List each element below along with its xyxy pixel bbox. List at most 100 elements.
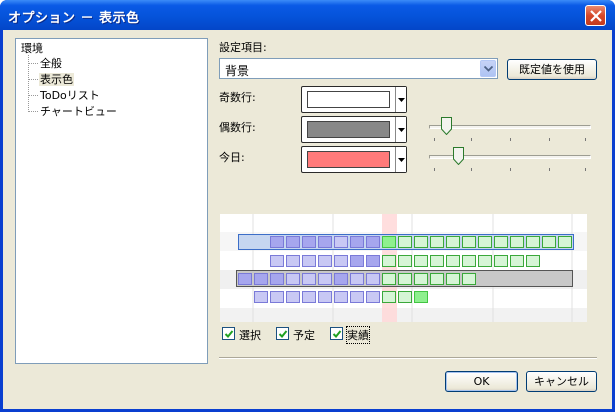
today-color-dropdown[interactable]: [395, 147, 406, 172]
preview-cell: [334, 273, 348, 285]
preview-cell: [270, 236, 284, 248]
today-color-picker[interactable]: [301, 146, 407, 173]
preview-cell: [558, 236, 572, 248]
chevron-down-icon: [484, 66, 493, 72]
today-slider[interactable]: [429, 146, 591, 172]
options-dialog: オプション － 表示色 環境 全般 表示色 ToDoリスト チャートビュー 設定…: [0, 0, 615, 412]
slider-thumb[interactable]: [441, 117, 452, 135]
tree-item-chart-view[interactable]: チャートビュー: [40, 105, 117, 118]
tree-item-todo-list[interactable]: ToDoリスト: [40, 89, 100, 102]
chevron-down-icon: [398, 128, 405, 132]
tree-item-display-color[interactable]: 表示色: [39, 73, 74, 86]
preview-cell: [286, 236, 300, 248]
select-checkbox-label: 選択: [239, 329, 261, 342]
preview-cell: [478, 255, 492, 267]
preview-cell: [510, 255, 524, 267]
odd-row-swatch: [307, 91, 390, 108]
preview-cell: [510, 236, 524, 248]
setting-item-label: 設定項目:: [219, 41, 267, 54]
preview-cell: [382, 255, 396, 267]
preview-cell: [270, 273, 284, 285]
preview-cell: [302, 291, 316, 303]
preview-cell: [462, 273, 476, 285]
odd-row-color-dropdown[interactable]: [395, 87, 406, 112]
preview-cell: [318, 236, 332, 248]
preview-cell: [270, 255, 284, 267]
today-label: 今日:: [219, 151, 245, 164]
preview-cell: [414, 291, 428, 303]
preview-cell: [414, 255, 428, 267]
check-icon: [332, 330, 342, 338]
schedule-checkbox-label: 予定: [293, 329, 315, 342]
preview-cell: [462, 236, 476, 248]
preview-cell: [318, 291, 332, 303]
preview-cell: [366, 291, 380, 303]
check-icon: [278, 330, 288, 338]
preview-cell: [398, 291, 412, 303]
even-row-slider[interactable]: [429, 116, 591, 142]
preview-cell: [254, 291, 268, 303]
cancel-button[interactable]: キャンセル: [526, 371, 597, 392]
preview-cell: [462, 255, 476, 267]
even-row-color-dropdown[interactable]: [395, 117, 406, 142]
preview-cell: [350, 255, 364, 267]
preview-cell: [398, 236, 412, 248]
odd-row-color-picker[interactable]: [301, 86, 407, 113]
ok-button[interactable]: OK: [445, 371, 518, 392]
preview-cell: [254, 273, 268, 285]
preview-cell: [318, 273, 332, 285]
preview-cell: [414, 236, 428, 248]
even-row-color-picker[interactable]: [301, 116, 407, 143]
preview-cell: [318, 255, 332, 267]
preview-cell: [286, 255, 300, 267]
preview-cell: [430, 273, 444, 285]
preview-cell: [302, 255, 316, 267]
preview-cell: [382, 291, 396, 303]
window-title: オプション － 表示色: [8, 11, 140, 26]
preview-cell: [350, 236, 364, 248]
preview-cell: [286, 273, 300, 285]
even-row-swatch: [307, 121, 390, 138]
preview-cell: [270, 291, 284, 303]
odd-row-label: 奇数行:: [219, 91, 256, 104]
preview-cell: [398, 273, 412, 285]
use-default-button[interactable]: 既定値を使用: [507, 59, 597, 80]
preview-cell: [494, 255, 508, 267]
preview-cell: [350, 273, 364, 285]
preview-cell: [366, 273, 380, 285]
setting-item-value: 背景: [225, 64, 250, 78]
preview-cell: [238, 273, 252, 285]
preview-cell: [542, 236, 556, 248]
preview-cell: [526, 255, 540, 267]
preview-cell: [382, 273, 396, 285]
preview-cell: [286, 291, 300, 303]
preview-cell: [446, 273, 460, 285]
tree-item-general[interactable]: 全般: [40, 57, 62, 70]
chevron-down-icon: [398, 98, 405, 102]
preview-grid: [220, 214, 587, 322]
preview-cell: [302, 236, 316, 248]
dialog-body: 環境 全般 表示色 ToDoリスト チャートビュー 設定項目: 背景 既定値を使…: [3, 30, 612, 409]
preview-cell: [334, 236, 348, 248]
preview-cell: [526, 236, 540, 248]
preview-cell: [414, 273, 428, 285]
slider-thumb[interactable]: [453, 147, 464, 165]
category-tree[interactable]: 環境 全般 表示色 ToDoリスト チャートビュー: [15, 38, 208, 364]
preview-cell: [350, 291, 364, 303]
preview-cell: [302, 273, 316, 285]
even-row-label: 偶数行:: [219, 121, 256, 134]
today-swatch: [307, 151, 390, 168]
preview-cell: [366, 255, 380, 267]
actual-checkbox-label: 実績: [346, 326, 370, 344]
preview-cell: [398, 255, 412, 267]
preview-cell: [446, 255, 460, 267]
preview-cell: [430, 236, 444, 248]
close-button[interactable]: [585, 5, 606, 26]
setting-item-select[interactable]: 背景: [219, 58, 498, 79]
color-preview: [219, 213, 588, 323]
check-icon: [224, 330, 234, 338]
chevron-down-icon: [398, 158, 405, 162]
tree-item-root[interactable]: 環境: [21, 42, 43, 55]
title-bar[interactable]: オプション － 表示色: [0, 0, 615, 30]
dropdown-button[interactable]: [480, 60, 496, 77]
